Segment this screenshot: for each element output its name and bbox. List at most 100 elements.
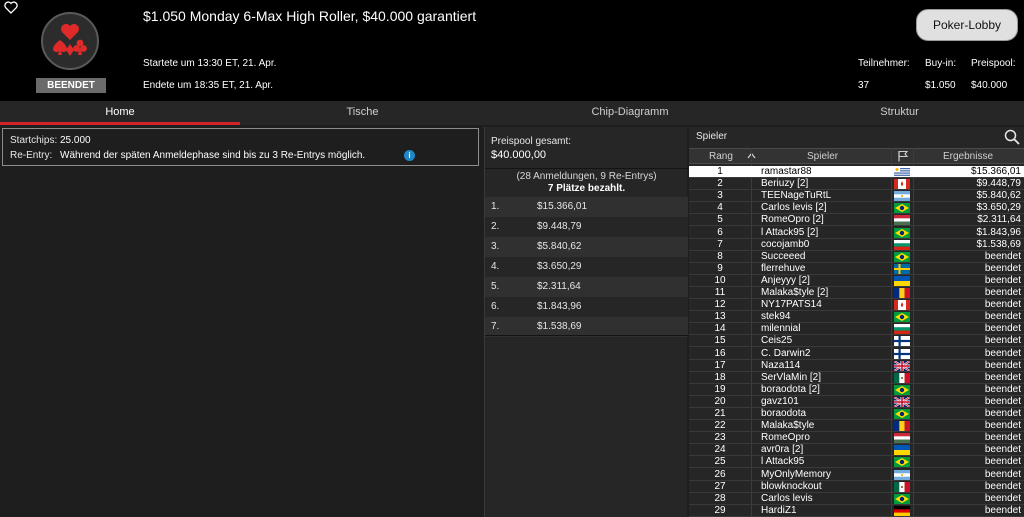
player-rank: 5 <box>717 214 723 226</box>
player-row[interactable]: 16 C. Darwin2 beendet <box>689 348 1024 360</box>
player-row[interactable]: 25 l Attack95 beendet <box>689 456 1024 469</box>
player-row[interactable]: 18 SerVlaMin [2] beendet <box>689 372 1024 384</box>
player-row[interactable]: 3 TEENageTuRtL $5.840,62 <box>689 190 1024 203</box>
player-result: $3.650,29 <box>976 202 1022 214</box>
players-table-header: Rang Spieler Ergebnisse <box>689 148 1024 164</box>
tab-tables[interactable]: Tische <box>240 101 485 125</box>
player-row[interactable]: 6 l Attack95 [2] $1.843,96 <box>689 227 1024 239</box>
player-result: beendet <box>984 299 1021 311</box>
player-row[interactable]: 23 RomeOpro beendet <box>689 432 1024 445</box>
player-rank: 6 <box>717 226 723 238</box>
player-result: $2.311,64 <box>977 214 1021 226</box>
player-row[interactable]: 28 Carlos levis beendet <box>689 493 1024 505</box>
player-row[interactable]: 4 Carlos levis [2] $3.650,29 <box>689 202 1024 215</box>
player-row[interactable]: 22 Malaka$tyle beendet <box>689 420 1024 433</box>
player-rank: 8 <box>717 250 723 262</box>
brazil-flag-icon <box>894 457 910 468</box>
player-name: Malaka$tyle [2] <box>761 287 829 298</box>
startchips-value: 25.000 <box>60 135 91 146</box>
player-row[interactable]: 24 avr0ra [2] beendet <box>689 444 1024 457</box>
finland-flag-icon <box>894 336 910 347</box>
player-row[interactable]: 17 Naza114 beendet <box>689 360 1024 372</box>
player-row[interactable]: 1 ramastar88 $15.366,01 <box>689 166 1024 178</box>
payout-row: 1. $15.366,01 <box>485 197 688 217</box>
player-row[interactable]: 21 boraodota beendet <box>689 408 1024 420</box>
prizepool-value: $40.000 <box>971 80 1008 91</box>
ukraine-flag-icon <box>894 445 910 456</box>
player-name: blowknockout <box>761 480 822 492</box>
player-row[interactable]: 11 Malaka$tyle [2] beendet <box>689 287 1024 299</box>
uruguay-flag-icon <box>894 167 910 177</box>
brazil-flag-icon <box>894 251 910 262</box>
player-rank: 9 <box>717 262 723 274</box>
buyin-label: Buy-in: <box>925 58 957 69</box>
player-name: boraodota <box>761 408 807 419</box>
start-time: Startete um 13:30 ET, 21. Apr. <box>143 58 277 69</box>
uk-flag-icon <box>893 359 911 372</box>
brazil-flag-icon <box>894 409 910 419</box>
brazil-flag-icon <box>894 493 910 504</box>
ukraine-flag-icon <box>894 275 910 286</box>
player-result: beendet <box>984 287 1021 298</box>
player-name: Carlos levis [2] <box>761 202 827 214</box>
tournament-title: $1.050 Monday 6-Max High Roller, $40.000… <box>143 8 477 24</box>
player-name: SerVlaMin [2] <box>761 371 822 383</box>
player-name: l Attack95 [2] <box>761 226 819 238</box>
sweden-flag-icon <box>894 263 910 274</box>
startchips-label: Startchips: <box>10 135 58 146</box>
tab-structure[interactable]: Struktur <box>775 101 1024 125</box>
participants-value: 37 <box>858 80 870 91</box>
player-name: cocojamb0 <box>761 238 810 250</box>
player-result: beendet <box>984 408 1021 419</box>
payout-row: 2. $9.448,79 <box>485 217 688 237</box>
player-row[interactable]: 2 Beriuzy [2] $9.448,79 <box>689 178 1024 191</box>
player-row[interactable]: 26 MyOnlyMemory beendet <box>689 469 1024 481</box>
search-icon[interactable] <box>1004 129 1020 145</box>
player-row[interactable]: 13 stek94 beendet <box>689 311 1024 324</box>
rank-column-header[interactable]: Rang <box>709 151 733 162</box>
finland-flag-icon <box>894 348 910 359</box>
player-name: RomeOpro <box>761 432 810 444</box>
player-row[interactable]: 14 milennial beendet <box>689 323 1024 336</box>
player-rank: 17 <box>714 359 726 371</box>
tab-chip-chart[interactable]: Chip-Diagramm <box>485 101 775 125</box>
player-column-header[interactable]: Spieler <box>807 151 838 162</box>
player-row[interactable]: 20 gavz101 beendet <box>689 396 1024 408</box>
player-result: $15.366,01 <box>970 166 1021 177</box>
payout-amount: $1.538,69 <box>537 321 582 332</box>
player-row[interactable]: 10 Anjeyyy [2] beendet <box>689 275 1024 287</box>
payout-place: 6. <box>491 301 500 312</box>
prizepool-total-label: Preispool gesamt: <box>491 136 572 147</box>
player-row[interactable]: 29 HardiZ1 beendet <box>689 505 1024 517</box>
player-rank: 10 <box>714 274 726 286</box>
flag-icon[interactable] <box>897 150 909 162</box>
player-row[interactable]: 27 blowknockout beendet <box>689 481 1024 493</box>
info-icon[interactable]: i <box>404 150 415 161</box>
brazil-flag-icon <box>894 384 910 395</box>
payout-amount: $9.448,79 <box>537 221 582 232</box>
player-row[interactable]: 5 RomeOpro [2] $2.311,64 <box>689 214 1024 227</box>
uk-flag-icon <box>893 396 911 408</box>
poker-lobby-button[interactable]: Poker-Lobby <box>916 9 1018 41</box>
player-result: beendet <box>984 311 1021 323</box>
player-result: beendet <box>984 323 1021 335</box>
player-row[interactable]: 7 cocojamb0 $1.538,69 <box>689 239 1024 251</box>
player-row[interactable]: 15 Ceis25 beendet <box>689 335 1024 348</box>
active-tab-indicator <box>0 122 240 125</box>
player-rank: 11 <box>714 287 726 298</box>
player-row[interactable]: 9 flerrehuve beendet <box>689 263 1024 275</box>
player-row[interactable]: 19 boraodota [2] beendet <box>689 384 1024 396</box>
payout-place: 2. <box>491 221 500 232</box>
hungary-flag-icon <box>894 433 910 444</box>
player-result: beendet <box>984 420 1021 432</box>
reentry-label: Re-Entry: <box>10 150 53 161</box>
payout-place: 5. <box>491 281 500 292</box>
player-rank: 20 <box>714 395 726 407</box>
heart-icon[interactable] <box>4 1 18 14</box>
player-row[interactable]: 12 NY17PATS14 beendet <box>689 299 1024 312</box>
player-row[interactable]: 8 Succeeed beendet <box>689 251 1024 263</box>
player-rank: 26 <box>714 468 726 480</box>
player-result: beendet <box>984 456 1021 468</box>
player-name: l Attack95 <box>761 456 805 468</box>
result-column-header[interactable]: Ergebnisse <box>943 151 993 162</box>
